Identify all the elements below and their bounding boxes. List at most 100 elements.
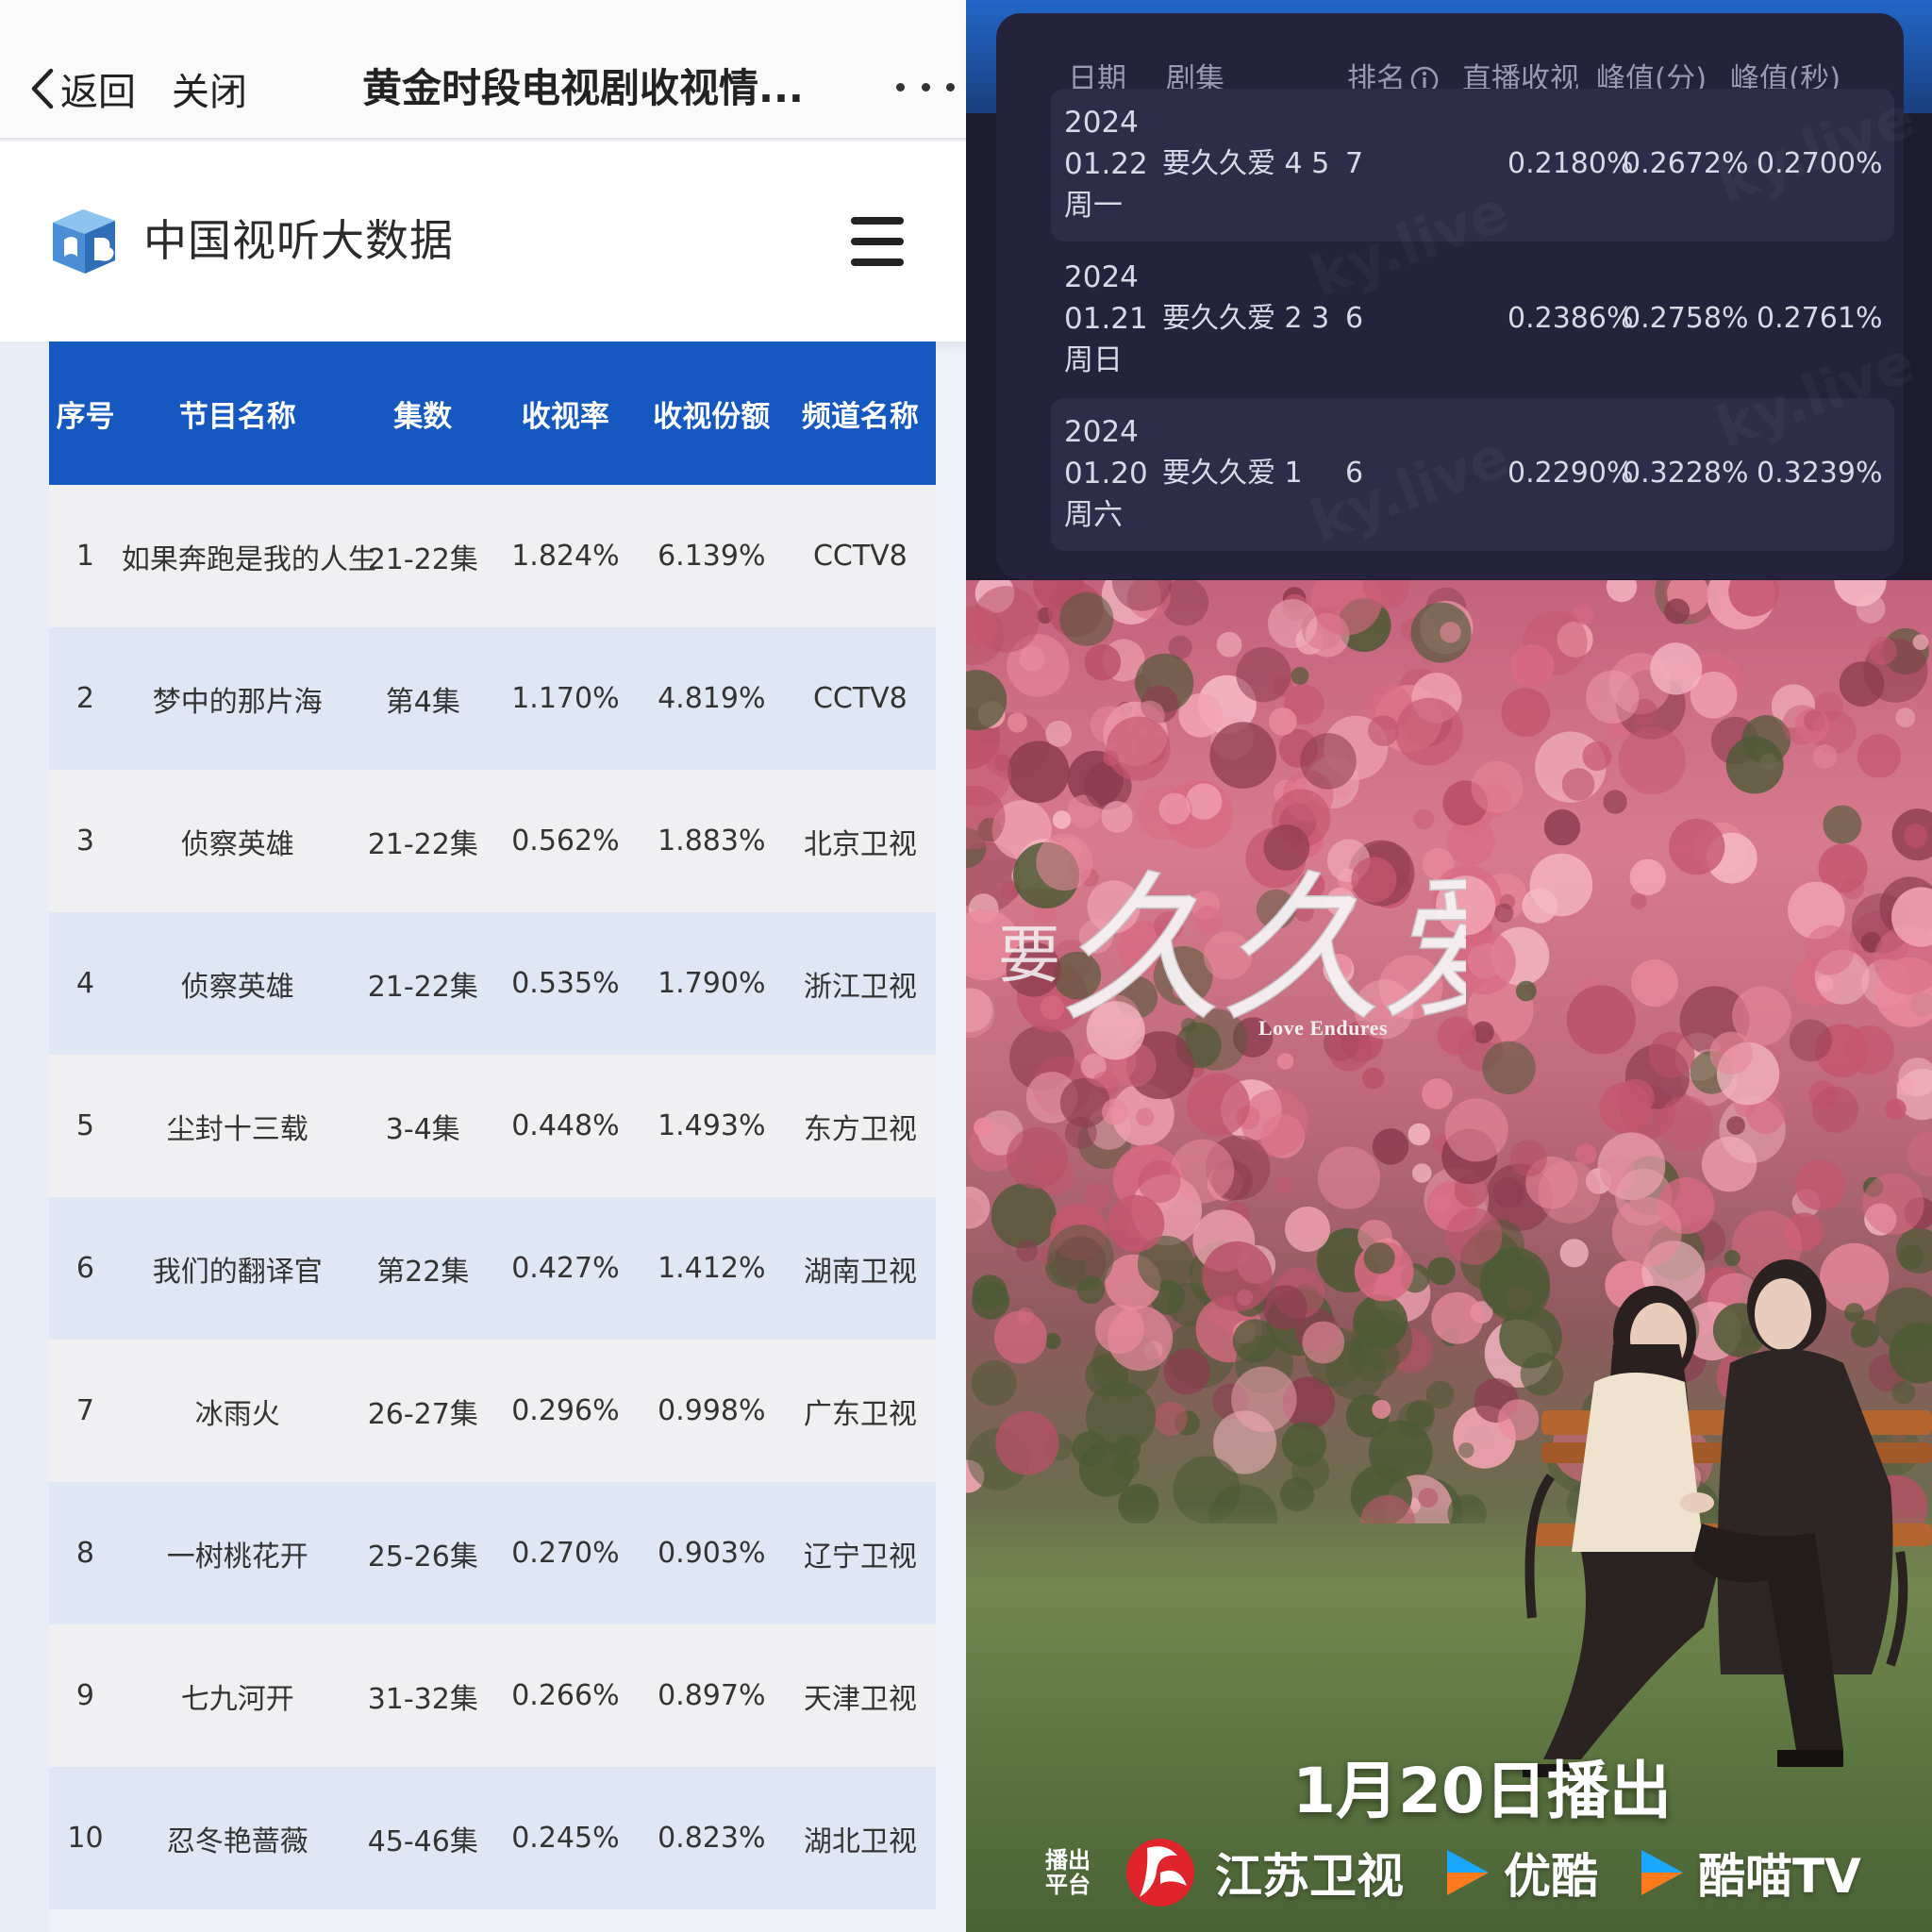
ratings-detail-panel: 日期 剧集 排名 直播收视 峰值(分) 峰值(秒) 2024 01.22 周一 要久久… [966,0,1932,580]
program-name-cell: 我们的翻译官 [121,1197,354,1340]
program-name-cell: 冰雨火 [121,1340,354,1482]
drama-title-logo: 要 久久爱 [998,861,1466,1041]
rating-cell: 0.535% [491,912,639,1055]
rating-cell: 0.448% [491,1055,639,1197]
date-day: 01.20 [1064,457,1148,491]
page-title: 黄金时段电视剧收视情... [362,65,804,111]
channel-cell: 浙江卫视 [784,912,936,1055]
rating-cell: 1.170% [491,627,639,770]
episodes-cell: 25-26集 [353,1482,492,1624]
rating-cell: 0.266% [491,1624,639,1767]
jiangsu-tv-logo-icon [1126,1839,1194,1907]
program-name-cell: 侦察英雄 [121,770,354,912]
hamburger-menu-icon[interactable] [851,217,904,266]
date-weekday: 周六 [1064,498,1123,532]
platform-label: 播出 平台 [1045,1848,1094,1897]
rank-cell: 1 [49,485,122,627]
header-channel: 频道名称 [784,341,936,485]
header-share: 收视份额 [638,341,785,485]
rank-cell: 5 [49,1055,122,1197]
table-header-row: 序号 节目名称 集数 收视率 收视份额 频道名称 [49,341,936,485]
table-row[interactable]: 9 七九河开 31-32集 0.266% 0.897% 天津卫视 [49,1624,936,1767]
cvb-logo-icon [53,209,115,274]
rating-cell: 0.562% [491,770,639,912]
ratings-detail-card: 日期 剧集 排名 直播收视 峰值(分) 峰值(秒) 2024 01.22 周一 要久久… [996,13,1904,579]
share-cell: 0.998% [638,1340,785,1482]
share-cell: 0.903% [638,1482,785,1624]
channel-cell: 湖南卫视 [784,1197,936,1340]
table-row[interactable]: 8 一树桃花开 25-26集 0.270% 0.903% 辽宁卫视 [49,1482,936,1624]
share-cell: 4.819% [638,627,785,770]
peak-second-cell: 0.2761% [1757,302,1883,335]
program-name-cell: 如果奔跑是我的人生 [121,485,376,627]
header-program-name: 节目名称 [121,341,354,485]
channel-cell: 东方卫视 [784,1055,936,1197]
table-row[interactable]: 2 梦中的那片海 第4集 1.170% 4.819% CCTV8 [49,627,936,770]
platform-label-line1: 播出 [1045,1847,1091,1874]
rating-cell: 0.270% [491,1482,639,1624]
table-row[interactable]: 7 冰雨火 26-27集 0.296% 0.998% 广东卫视 [49,1340,936,1482]
title-chars-large: 久久爱 [1060,862,1466,1040]
top-navigation-bar: 返回 关闭 黄金时段电视剧收视情... [0,0,966,140]
table-row[interactable]: 4 侦察英雄 21-22集 0.535% 1.790% 浙江卫视 [49,912,936,1055]
program-name-cell: 忍冬艳蔷薇 [121,1767,354,1909]
table-row[interactable]: 5 尘封十三载 3-4集 0.448% 1.493% 东方卫视 [49,1055,936,1197]
platform-name: 酷喵TV [1698,1849,1861,1904]
platform-label-line2: 平台 [1045,1872,1091,1898]
episodes-cell: 21-22集 [353,770,492,912]
episodes-cell: 21-22集 [353,485,492,627]
ratings-detail-row[interactable]: 2024 01.21 周日 要久久爱 2 3 6 0.2386% 0.2758% 0.2761… [1051,243,1894,396]
more-dots-icon[interactable] [896,68,955,106]
platform-kumiao[interactable]: 酷喵TV [1636,1839,1861,1907]
rank-cell: 8 [49,1482,122,1624]
episodes-cell: 3-4集 [353,1055,492,1197]
header-episodes: 集数 [353,341,492,485]
live-rating-cell: 0.2386% [1507,302,1634,335]
back-button[interactable]: 返回 [28,62,136,115]
channel-cell: 辽宁卫视 [784,1482,936,1624]
date-year: 2024 [1064,260,1139,294]
date-day: 01.22 [1064,147,1148,181]
share-cell: 6.139% [638,485,785,627]
live-rating-cell: 0.2180% [1507,147,1634,180]
date-weekday: 周日 [1064,343,1123,377]
share-cell: 1.412% [638,1197,785,1340]
date-year: 2024 [1064,415,1139,449]
platform-jiangsu-tv[interactable]: 江苏卫视 [1115,1835,1404,1910]
share-cell: 1.883% [638,770,785,912]
episodes-cell: 26-27集 [353,1340,492,1482]
episodes-cell: 31-32集 [353,1624,492,1767]
ratings-app-screen: 返回 关闭 黄金时段电视剧收视情... 中国视听大数据 序号 节目名称 集数 收… [0,0,966,1932]
program-name-cell: 尘封十三载 [121,1055,354,1197]
back-label: 返回 [60,71,136,114]
table-row[interactable]: 6 我们的翻译官 第22集 0.427% 1.412% 湖南卫视 [49,1197,936,1340]
date-weekday: 周一 [1064,189,1123,223]
table-row[interactable]: 10 忍冬艳蔷薇 45-46集 0.245% 0.823% 湖北卫视 [49,1767,936,1909]
channel-cell: 北京卫视 [784,770,936,912]
close-button[interactable]: 关闭 [172,62,247,115]
date-day: 01.21 [1064,302,1148,336]
header-no: 序号 [49,341,122,485]
broadcast-platforms: 播出 平台 江苏卫视 优酷 酷喵TV [1045,1835,1899,1910]
rating-cell: 0.245% [491,1767,639,1909]
air-date: 1月20日播出 [1292,1755,1672,1827]
channel-cell: CCTV8 [784,627,936,770]
platform-name: 江苏卫视 [1215,1849,1404,1904]
rating-cell: 0.427% [491,1197,639,1340]
table-row[interactable]: 3 侦察英雄 21-22集 0.562% 1.883% 北京卫视 [49,770,936,912]
rank-cell: 2 [49,627,122,770]
kumiao-logo-icon [1641,1850,1683,1895]
share-cell: 1.790% [638,912,785,1055]
rank-cell: 10 [49,1767,122,1909]
rank-cell: 6 [49,1197,122,1340]
series-cell: 要久久爱 1 [1162,457,1303,490]
program-name-cell: 一树桃花开 [121,1482,354,1624]
episodes-cell: 21-22集 [353,912,492,1055]
table-row[interactable]: 1 如果奔跑是我的人生 21-22集 1.824% 6.139% CCTV8 [49,485,936,627]
rating-cell: 1.824% [491,485,639,627]
platform-youku[interactable]: 优酷 [1441,1839,1598,1907]
channel-cell: 广东卫视 [784,1340,936,1482]
platform-name: 优酷 [1504,1849,1598,1904]
date-year: 2024 [1064,106,1139,140]
program-name-cell: 七九河开 [121,1624,354,1767]
